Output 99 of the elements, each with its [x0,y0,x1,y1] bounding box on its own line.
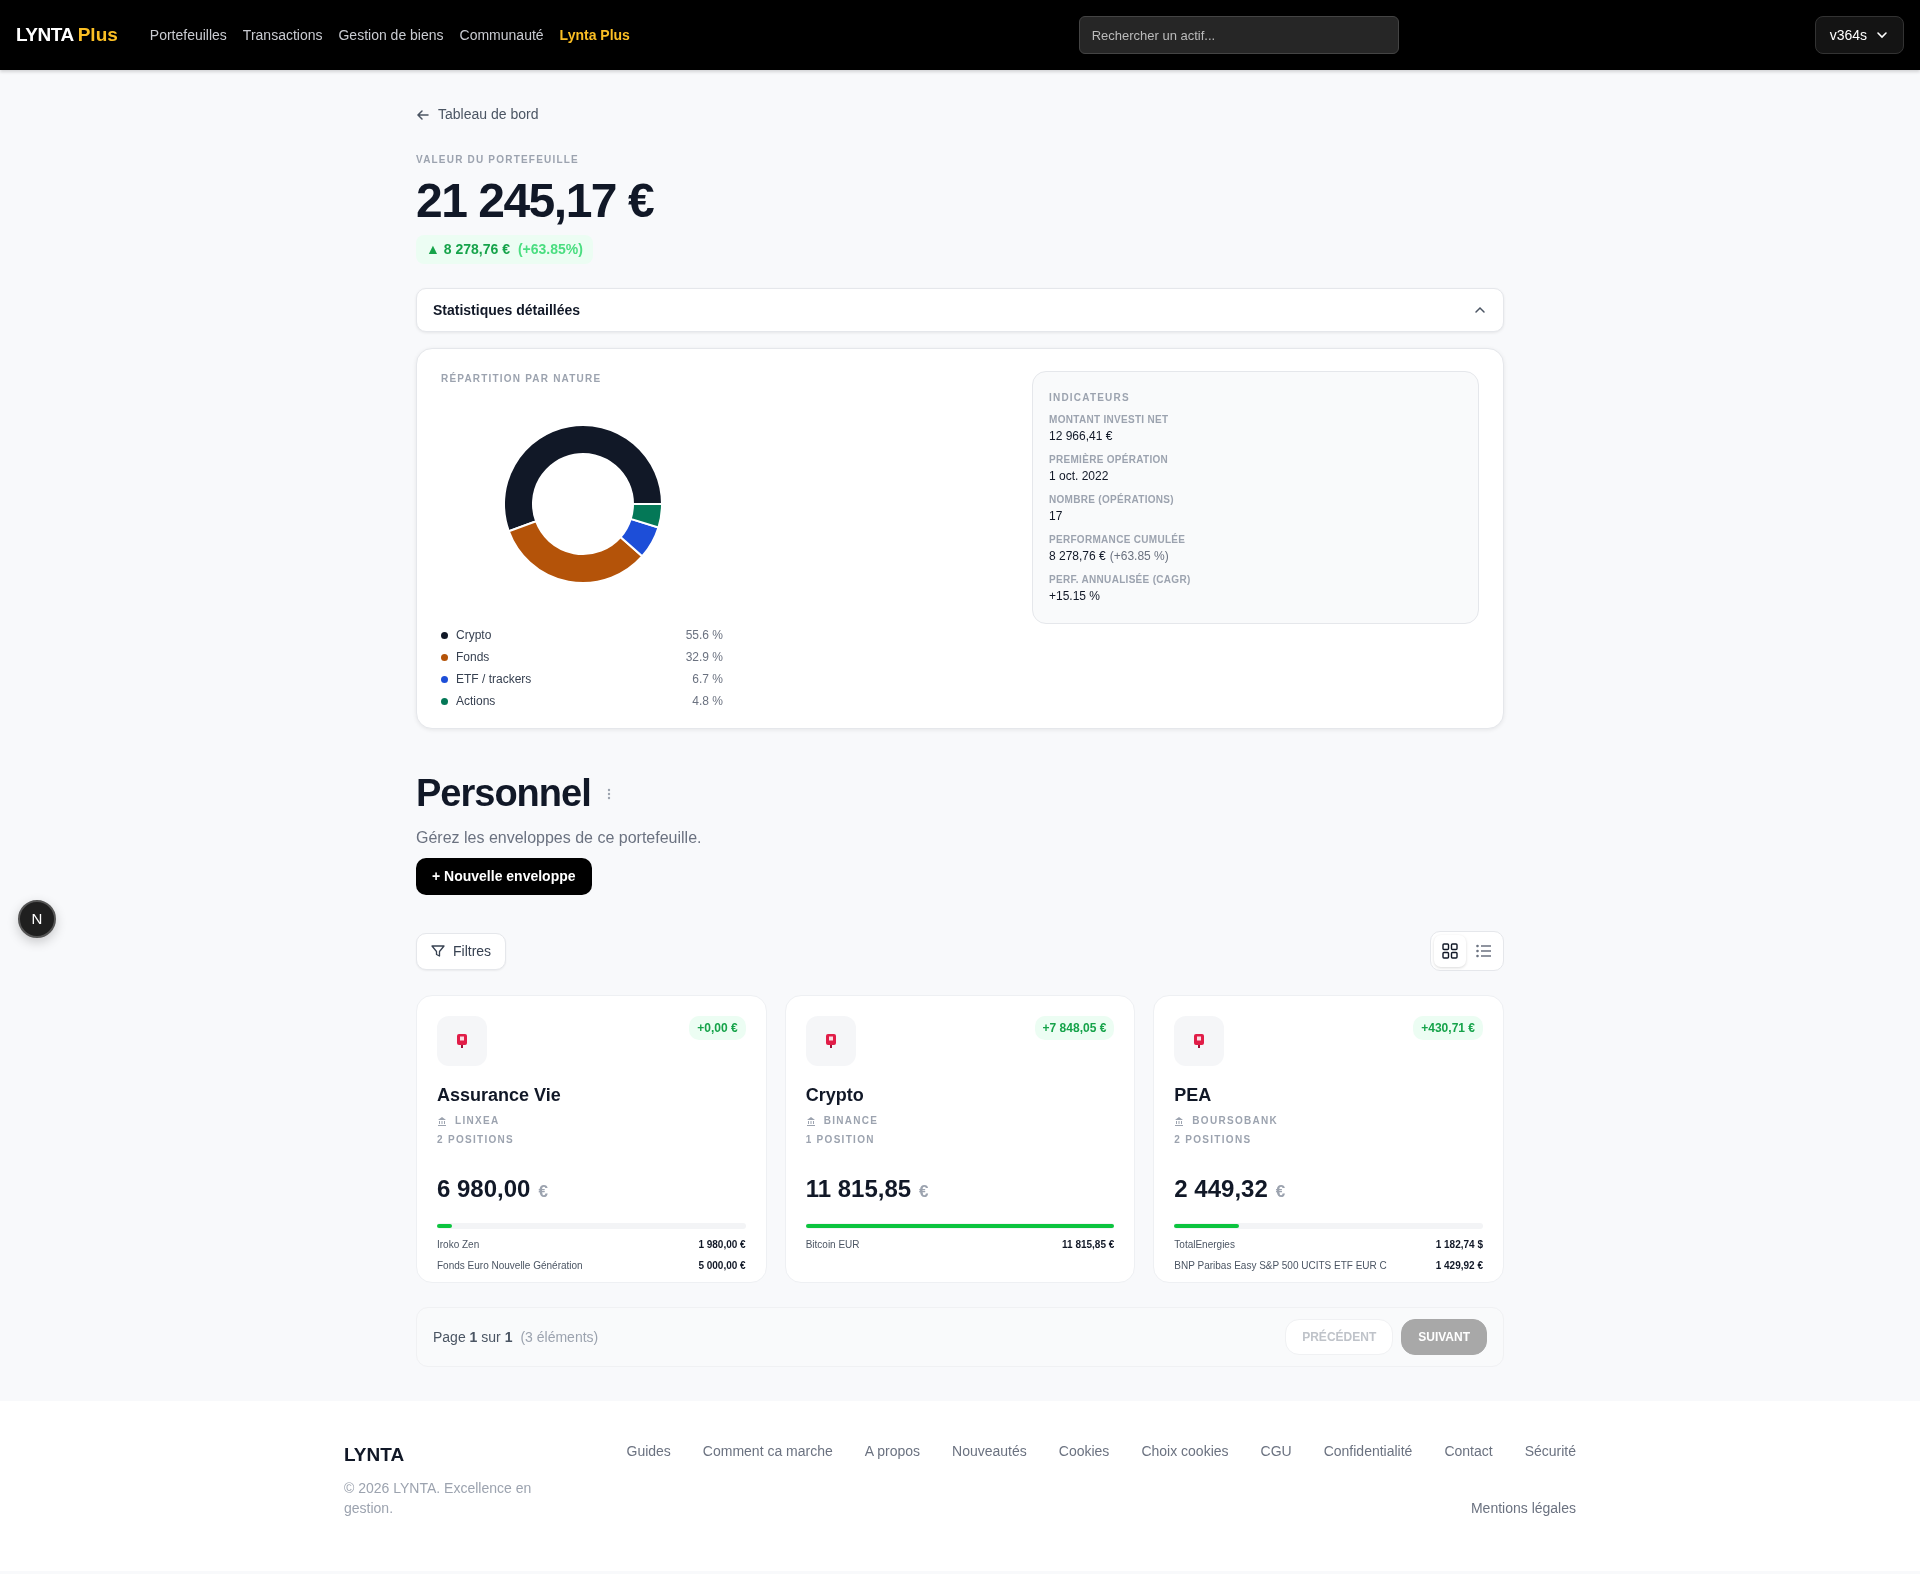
legend-label: Crypto [456,627,492,645]
legend-value: 4.8 % [692,693,723,711]
footer-link[interactable]: Comment ca marche [702,1441,833,1463]
mailbox-icon [823,1033,838,1050]
mailbox-icon [1192,1033,1207,1050]
gain-badge: +7 848,05 € [1034,1016,1115,1041]
holding-amount: 1 182,74 $ [1435,1238,1483,1253]
nav-link[interactable]: Gestion de biens [338,24,444,46]
back-link[interactable]: Tableau de bord [416,104,539,125]
legend-label: ETF / trackers [456,671,532,689]
broker-name: LINXEA [455,1114,500,1129]
footer-link[interactable]: Cookies [1058,1441,1110,1463]
search-field[interactable]: Rechercher un actif... [1078,16,1399,54]
envelope-name: Assurance Vie [437,1084,562,1108]
section-subtitle: Gérez les enveloppes de ce portefeuille. [416,828,703,849]
indicator-value: 1 oct. 2022 [1049,468,1109,486]
indicator-value: 17 [1049,508,1063,526]
envelope-card[interactable]: +0,00 € Assurance Vie LINXEA 2 POSITIONS 6 980,00 € Iroko Zen 1 980,00 € Fonds Euro Nouvelle Génération 5 000,00 € [416,995,767,1284]
brand-accent[interactable]: Plus [77,20,118,50]
nav-link[interactable]: Portefeuilles [149,24,227,46]
holding-name: Fonds Euro Nouvelle Génération [437,1259,583,1274]
footer-logo: LYNTA [344,1443,406,1468]
currency-symbol: € [919,1181,929,1204]
holding-amount: 1 429,92 € [1435,1259,1483,1274]
item-count: (3 éléments) [520,1327,599,1347]
indicator-note: (+63.85 %) [1109,548,1169,566]
bank-icon [805,1115,816,1126]
positions-count: 2 POSITIONS [1174,1133,1253,1148]
legend-value: 55.6 % [685,627,723,645]
legend-label: Actions [456,693,496,711]
stats-accordion-header[interactable]: Statistiques détaillées [416,288,1504,333]
bank-icon [1174,1115,1185,1126]
holding-amount: 1 980,00 € [698,1238,746,1253]
brand-logo[interactable]: LYNTA [16,20,74,50]
envelope-name: PEA [1174,1084,1213,1108]
positions-count: 1 POSITION [805,1133,876,1148]
envelope-card[interactable]: +7 848,05 € Crypto BINANCE 1 POSITION 11 815,85 € Bitcoin EUR 11 815,85 € [784,995,1136,1284]
envelope-value: 2 449,32 [1174,1174,1268,1205]
broker-name: BINANCE [823,1114,879,1129]
envelope-name: Crypto [805,1084,865,1108]
nav-link[interactable]: Transactions [242,24,323,46]
indicator-label: PERF. ANNUALISÉE (CAGR) [1049,572,1192,588]
gain-badge: +0,00 € [689,1016,746,1041]
broker-name: BOURSOBANK [1192,1114,1279,1129]
indicator-label: PREMIÈRE OPÉRATION [1049,452,1170,468]
nav-link[interactable]: Lynta Plus [559,24,630,46]
footer-link[interactable]: Guides [626,1441,671,1463]
copyright-text: © 2026 LYNTA. Excellence en gestion. [344,1478,533,1519]
footer-link[interactable]: Confidentialité [1323,1441,1413,1463]
currency-symbol: € [1275,1181,1286,1204]
floating-avatar-button[interactable]: N [18,900,56,938]
list-icon [1476,943,1492,960]
indicator-value: 12 966,41 € [1049,428,1113,446]
change-percent: (+63.85%) [517,240,583,260]
envelope-value: 11 815,85 [805,1174,912,1205]
section-title: Personnel [416,771,591,817]
holding-name: BNP Paribas Easy S&P 500 UCITS ETF EUR C [1174,1259,1387,1274]
positions-count: 2 POSITIONS [437,1133,516,1148]
holding-name: TotalEnergies [1174,1238,1235,1253]
footer-link[interactable]: CGU [1260,1441,1292,1463]
indicator-value: 8 278,76 € [1049,548,1106,566]
filter-icon [431,944,445,959]
indicator-label: NOMBRE (OPÉRATIONS) [1049,492,1175,508]
indicator-label: MONTANT INVESTI NET [1049,413,1170,428]
indicator-value: +15.15 % [1049,588,1101,606]
footer-link[interactable]: Nouveautés [952,1441,1027,1463]
portfolio-value: 21 245,17 € [416,174,655,228]
legend-value: 32.9 % [685,649,723,667]
mailbox-icon [455,1033,469,1050]
holding-amount: 5 000,00 € [698,1259,746,1274]
filters-button[interactable]: Filtres [416,932,507,970]
back-arrow-icon [416,107,430,122]
chart-title: RÉPARTITION PAR NATURE [441,371,603,387]
envelope-value: 6 980,00 [437,1174,531,1205]
footer-link[interactable]: A propos [864,1441,921,1463]
currency-symbol: € [538,1181,548,1204]
page-indicator: Page 1 sur 1 [433,1327,513,1347]
footer-link[interactable]: Mentions légales [1470,1498,1576,1520]
footer-link[interactable]: Contact [1444,1441,1493,1463]
footer-link[interactable]: Choix cookies [1141,1441,1229,1463]
new-envelope-button[interactable]: + Nouvelle enveloppe [416,858,592,896]
legend-label: Fonds [456,649,490,667]
accordion-title: Statistiques détaillées [433,300,581,320]
holding-name: Bitcoin EUR [805,1238,860,1253]
grid-icon [1442,943,1458,960]
nav-link[interactable]: Communauté [459,24,544,46]
envelope-card[interactable]: +430,71 € PEA BOURSOBANK 2 POSITIONS 2 449,32 € TotalEnergies 1 182,74 $ BNP Paribas Easy S&P 500 UCITS ETF EUR C 1 429,92 € [1153,995,1504,1284]
holding-name: Iroko Zen [437,1238,480,1253]
view-toggle-button[interactable] [1434,935,1466,968]
portfolio-label: VALEUR DU PORTEFEUILLE [416,152,580,167]
gain-badge: +430,71 € [1413,1016,1483,1041]
bank-icon [437,1115,447,1126]
change-amount: ▲ 8 278,76 € [426,240,510,260]
indicator-label: PERFORMANCE CUMULÉE [1049,532,1187,548]
footer-link[interactable]: Sécurité [1524,1441,1576,1463]
legend-value: 6.7 % [692,671,723,689]
indicators-title: INDICATEURS [1049,391,1131,406]
user-menu-button[interactable]: v364s [1814,16,1904,54]
holding-amount: 11 815,85 € [1062,1238,1115,1253]
